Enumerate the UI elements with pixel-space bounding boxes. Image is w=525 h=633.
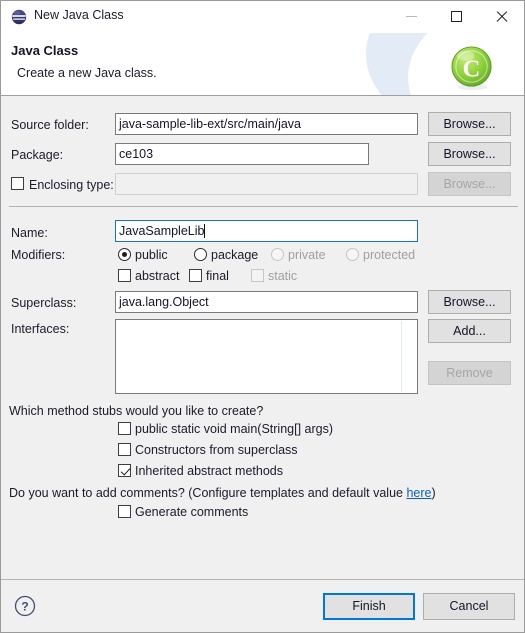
modifier-label-abstract: abstract: [135, 269, 180, 283]
source-folder-input[interactable]: java-sample-lib-ext/src/main/java: [115, 113, 418, 135]
interfaces-label: Interfaces:: [11, 322, 70, 336]
name-label: Name:: [11, 226, 48, 240]
enclosing-type-input[interactable]: [115, 173, 418, 195]
modifier-radio-private[interactable]: [271, 248, 284, 261]
maximize-button[interactable]: [434, 1, 479, 32]
new-java-class-logo: C: [451, 46, 492, 91]
interfaces-scrollbar[interactable]: [401, 321, 416, 392]
close-icon: [495, 10, 508, 23]
package-input[interactable]: ce103: [115, 143, 369, 165]
page-description: Create a new Java class.: [17, 66, 157, 80]
stub-checkbox-inherited[interactable]: [118, 464, 131, 477]
interfaces-add-button[interactable]: Add...: [428, 319, 511, 343]
new-java-class-dialog: New Java Class Java Class Create a new J…: [0, 0, 525, 633]
modifier-radio-protected[interactable]: [346, 248, 359, 261]
modifier-radio-public[interactable]: [118, 248, 131, 261]
class-name-input[interactable]: JavaSampleLib: [115, 220, 418, 242]
page-title: Java Class: [11, 43, 79, 58]
method-stubs-question: Which method stubs would you like to cre…: [9, 404, 264, 418]
source-folder-label: Source folder:: [11, 118, 89, 132]
window-title: New Java Class: [34, 8, 124, 22]
help-icon[interactable]: ?: [14, 595, 36, 617]
enclosing-type-checkbox[interactable]: [11, 177, 24, 190]
stub-checkbox-main[interactable]: [118, 422, 131, 435]
text-caret: [204, 224, 206, 238]
comments-question: Do you want to add comments? (Configure …: [9, 486, 436, 500]
modifier-label-public: public: [135, 248, 168, 262]
superclass-label: Superclass:: [11, 296, 77, 310]
comments-question-suffix: ): [431, 486, 436, 500]
modifier-checkbox-static[interactable]: [251, 269, 264, 282]
modifier-checkbox-final[interactable]: [189, 269, 202, 282]
superclass-input[interactable]: java.lang.Object: [115, 291, 418, 313]
package-browse-button[interactable]: Browse...: [428, 142, 511, 166]
enclosing-type-label: Enclosing type:: [29, 178, 114, 192]
generate-comments-label: Generate comments: [135, 505, 249, 519]
stub-checkbox-constructors[interactable]: [118, 443, 131, 456]
cancel-button[interactable]: Cancel: [423, 593, 515, 620]
modifiers-label: Modifiers:: [11, 248, 66, 262]
modifier-radio-package[interactable]: [194, 248, 207, 261]
interfaces-list[interactable]: [115, 319, 418, 394]
minimize-button[interactable]: [389, 1, 434, 32]
maximize-icon: [451, 11, 462, 22]
package-label: Package:: [11, 148, 64, 162]
close-button[interactable]: [479, 1, 524, 32]
source-folder-browse-button[interactable]: Browse...: [428, 112, 511, 136]
comments-question-prefix: Do you want to add comments? (Configure …: [9, 486, 407, 500]
finish-button[interactable]: Finish: [323, 593, 415, 620]
modifier-label-static: static: [268, 269, 298, 283]
modifier-label-private: private: [288, 248, 326, 262]
modifier-checkbox-abstract[interactable]: [118, 269, 131, 282]
modifier-label-final: final: [206, 269, 229, 283]
generate-comments-checkbox[interactable]: [118, 505, 131, 518]
modifier-label-protected: protected: [363, 248, 416, 262]
svg-text:?: ?: [21, 600, 28, 614]
stub-label-inherited: Inherited abstract methods: [135, 464, 283, 478]
superclass-browse-button[interactable]: Browse...: [428, 290, 511, 314]
class-name-value: JavaSampleLib: [119, 224, 205, 238]
separator-top: [9, 206, 518, 207]
minimize-icon: [406, 16, 417, 17]
stub-label-constructors: Constructors from superclass: [135, 443, 298, 457]
wizard-banner: Java Class Create a new Java class. C: [1, 33, 524, 96]
stub-label-main: public static void main(String[] args): [135, 422, 333, 436]
modifier-label-package: package: [211, 248, 259, 262]
title-bar: New Java Class: [1, 1, 524, 33]
interfaces-remove-button[interactable]: Remove: [428, 361, 511, 385]
configure-templates-link[interactable]: here: [406, 486, 431, 500]
java-class-icon: [11, 9, 27, 25]
enclosing-type-browse-button[interactable]: Browse...: [428, 172, 511, 196]
